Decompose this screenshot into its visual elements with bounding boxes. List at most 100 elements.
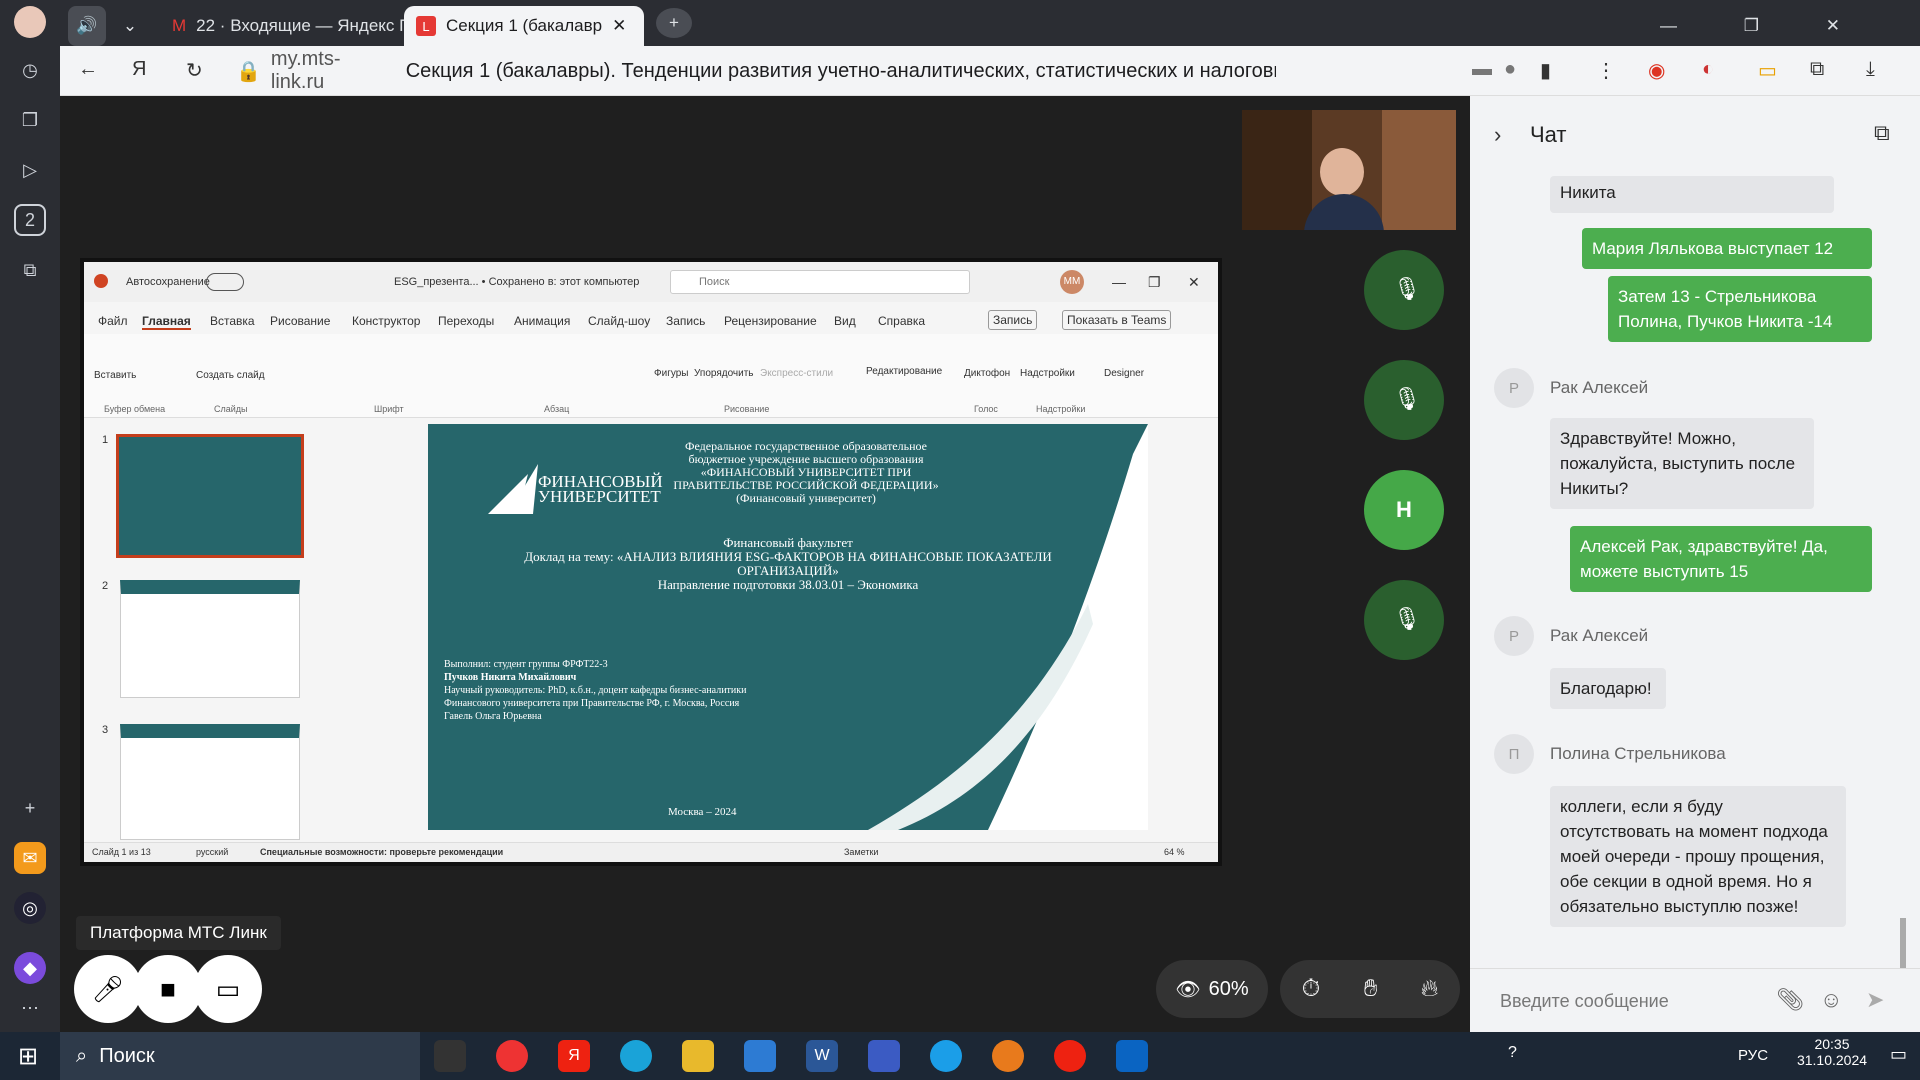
clock[interactable]: 20:35 31.10.2024 (1792, 1036, 1872, 1068)
tab-draw[interactable]: Рисование (270, 314, 330, 328)
yandex-browser-icon[interactable]: Я (558, 1040, 590, 1072)
tab-review[interactable]: Рецензирование (724, 314, 817, 328)
timer-icon[interactable]: ⏱︎ (1302, 975, 1321, 1003)
mail-icon[interactable] (744, 1040, 776, 1072)
task-view-icon[interactable] (434, 1040, 466, 1072)
slide-thumbnail[interactable] (120, 724, 300, 840)
close-icon[interactable]: ✕ (612, 16, 626, 36)
quick-styles-button[interactable]: Экспресс-стили (760, 368, 833, 379)
explorer-icon[interactable] (682, 1040, 714, 1072)
menu-icon[interactable]: ⋮ (1596, 58, 1616, 83)
camera-icon[interactable]: ▬ (1472, 58, 1492, 81)
user-avatar[interactable]: ММ (1060, 270, 1084, 294)
camera-button[interactable]: ■ (134, 955, 202, 1023)
shapes-button[interactable]: Фигуры (654, 368, 688, 379)
emoji-icon[interactable]: ☺ (1820, 987, 1842, 1013)
assistant-icon[interactable]: ◆ (14, 952, 46, 984)
new-tab-icon[interactable]: + (656, 8, 692, 38)
extension2-icon[interactable]: ◐ (1702, 58, 1714, 81)
screen-share-button[interactable]: ▭ (194, 955, 262, 1023)
outlook-icon[interactable] (1116, 1040, 1148, 1072)
new-slide-button[interactable]: Создать слайд (196, 370, 265, 381)
external-link-icon[interactable]: ⧉ (1874, 120, 1890, 146)
tab-animation[interactable]: Анимация (514, 314, 570, 328)
attach-icon[interactable]: 📎︎ (1776, 987, 1804, 1013)
yandex-icon[interactable]: Я (132, 58, 146, 81)
participant-tile-muted[interactable]: 🎙︎ (1364, 250, 1444, 330)
windows-start-icon[interactable]: ⊞ (18, 1042, 38, 1071)
tab-view[interactable]: Вид (834, 314, 856, 328)
participant-tile-muted[interactable]: 🎙︎ (1364, 580, 1444, 660)
microphone-button[interactable]: 🎤︎ (74, 955, 142, 1023)
notes-button[interactable]: Заметки (844, 847, 878, 857)
tab-insert[interactable]: Вставка (210, 314, 255, 328)
app-icon[interactable] (868, 1040, 900, 1072)
add-icon[interactable]: + (14, 792, 46, 824)
help-icon[interactable]: ? (1508, 1044, 1517, 1062)
fire-icon[interactable]: 🔥︎ (1421, 975, 1439, 1003)
yandex-icon[interactable] (1054, 1040, 1086, 1072)
download-icon[interactable]: ⤓ (1866, 58, 1875, 81)
participant-tile-initial[interactable]: Н (1364, 470, 1444, 550)
mail-app-icon[interactable]: ✉ (14, 842, 46, 874)
language-indicator[interactable]: РУС (1738, 1047, 1768, 1064)
window-close-icon[interactable]: ✕ (1826, 16, 1840, 36)
addins-button[interactable]: Надстройки (1020, 368, 1075, 379)
bookmark-icon[interactable]: ▮ (1540, 58, 1551, 83)
restore-icon[interactable]: ❐ (1744, 16, 1759, 36)
chevron-right-icon[interactable]: › (1494, 122, 1501, 148)
tab-design[interactable]: Конструктор (352, 314, 420, 328)
chat-scrollbar[interactable] (1898, 178, 1908, 1068)
paste-button[interactable]: Вставить (94, 370, 136, 381)
close-icon[interactable]: ✕ (1188, 274, 1200, 291)
screenshot-icon[interactable]: ⧉ (14, 254, 46, 286)
taskbar-search[interactable]: ⌕ Поиск (60, 1032, 420, 1080)
video-icon[interactable]: ▷ (14, 154, 46, 186)
slide-thumbnail[interactable] (116, 434, 304, 558)
tab-file[interactable]: Файл (98, 314, 128, 328)
chrome-icon[interactable] (496, 1040, 528, 1072)
more-icon[interactable]: ⋯ (14, 992, 46, 1024)
minimize-icon[interactable]: — (1660, 16, 1677, 36)
extensions-icon[interactable]: ⧉ (1810, 58, 1824, 81)
reload-icon[interactable]: ↻ (186, 58, 203, 83)
tab-transitions[interactable]: Переходы (438, 314, 494, 328)
pp-search[interactable]: Поиск (670, 270, 970, 294)
history-icon[interactable]: ◷ (14, 54, 46, 86)
dictate-button[interactable]: Диктофон (964, 368, 1010, 379)
battery-icon[interactable]: ▭ (1758, 58, 1777, 83)
participant-tile-muted[interactable]: 🎙︎ (1364, 360, 1444, 440)
raise-hand-icon[interactable]: ✋︎ (1364, 975, 1378, 1003)
mic-icon[interactable]: ● (1504, 58, 1516, 81)
editing-button[interactable]: Редактирование (866, 366, 942, 377)
minimize-icon[interactable]: — (1112, 274, 1126, 290)
tab-home[interactable]: Главная (142, 314, 191, 330)
notifications-icon[interactable]: ▭ (1890, 1044, 1907, 1065)
profile-avatar[interactable] (14, 6, 46, 38)
teams-button[interactable]: Показать в Teams (1062, 310, 1172, 330)
accessibility-status[interactable]: Специальные возможности: проверьте реком… (260, 847, 503, 857)
word-icon[interactable]: W (806, 1040, 838, 1072)
edge-icon[interactable] (620, 1040, 652, 1072)
alice-icon[interactable]: ◎ (14, 892, 46, 924)
autosave-toggle[interactable] (206, 273, 244, 291)
chevron-down-icon[interactable]: ⌄ (112, 6, 148, 46)
tab-slideshow[interactable]: Слайд-шоу (588, 314, 650, 328)
tab-record[interactable]: Запись (666, 314, 705, 328)
tab-conference[interactable]: L Секция 1 (бакалавр ✕ (404, 6, 644, 46)
designer-button[interactable]: Designer (1104, 368, 1144, 379)
speaker-icon[interactable]: 🔊 (68, 6, 106, 46)
chat-input[interactable]: Введите сообщение (1500, 991, 1669, 1012)
arrange-button[interactable]: Упорядочить (694, 368, 754, 379)
tab-help[interactable]: Справка (878, 314, 925, 328)
firefox-icon[interactable] (992, 1040, 1024, 1072)
record-button[interactable]: Запись (988, 310, 1038, 330)
zoom-level[interactable]: 64 % (1164, 847, 1185, 857)
restore-icon[interactable]: ❐ (1148, 274, 1161, 291)
view-percent-indicator[interactable]: 👁︎ 60% (1156, 960, 1268, 1018)
skype-icon[interactable] (930, 1040, 962, 1072)
slide-thumbnail[interactable] (120, 580, 300, 698)
counter-icon[interactable]: 2 (14, 204, 46, 236)
back-icon[interactable]: ← (78, 58, 98, 81)
omnibox[interactable]: 🔒 my.mts-link.ru Секция 1 (бакалавры). Т… (236, 48, 1276, 93)
